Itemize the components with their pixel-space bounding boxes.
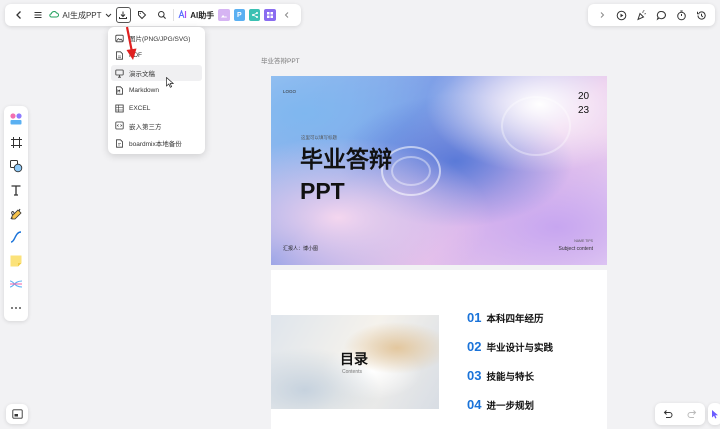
toc-item: 04 进一步规划 [467, 397, 534, 412]
select-tool-button[interactable] [708, 403, 720, 425]
slide-year: 20 23 [578, 90, 594, 118]
pointer-icon [712, 410, 718, 419]
export-markdown-item[interactable]: Markdown [111, 83, 202, 99]
menu-icon[interactable] [30, 7, 45, 23]
markdown-icon [115, 86, 124, 95]
comment-icon[interactable] [653, 7, 669, 23]
collapse-icon[interactable] [280, 7, 295, 23]
template-icon[interactable] [7, 110, 25, 128]
slide-year-top: 20 [578, 91, 590, 102]
toc-number: 03 [467, 368, 482, 383]
ai-assistant-button[interactable]: AI助手 [178, 8, 215, 21]
slide-small-caption: 这里可以填写标题 [301, 135, 337, 140]
top-right-toolbar [588, 4, 715, 26]
contents-title: 目录 [340, 351, 368, 367]
history-icon[interactable] [693, 7, 709, 23]
left-tools-toolbar [4, 106, 28, 321]
slide-name-tag: NAME TIPS [574, 239, 593, 243]
export-backup-item[interactable]: boardmix本地备份 [111, 135, 202, 151]
export-embed-label: 嵌入第三方 [129, 123, 162, 131]
play-icon[interactable] [614, 7, 630, 23]
toc-text: 进一步规划 [486, 400, 534, 412]
timer-icon[interactable] [673, 7, 689, 23]
presentation-icon [115, 69, 124, 78]
connector-icon[interactable] [7, 228, 25, 246]
slide-decor-swirl [501, 96, 571, 156]
export-excel-item[interactable]: EXCEL [111, 100, 202, 116]
shape-icon[interactable] [7, 157, 25, 175]
sticky-note-icon[interactable] [7, 252, 25, 270]
slide-subject: Subject content [558, 246, 593, 252]
toc-item: 01 本科四年经历 [467, 310, 543, 325]
slide-cover[interactable]: LOGO 20 23 这里可以填写标题 毕业答辩 PPT 汇报人：博小图 NAM… [271, 76, 607, 265]
mindmap-icon[interactable] [7, 275, 25, 293]
toc-number: 01 [467, 310, 482, 325]
cloud-icon [49, 10, 60, 20]
export-excel-label: EXCEL [129, 104, 151, 112]
excel-icon [115, 104, 124, 113]
slide-year-bottom: 23 [578, 105, 590, 116]
plugin-p-label: P [236, 11, 242, 19]
slide-title-line2: PPT [300, 178, 345, 204]
tag-icon[interactable] [135, 7, 150, 23]
slide-presenter: 汇报人：博小图 [283, 246, 319, 252]
toc-text: 本科四年经历 [486, 313, 544, 325]
redo-icon[interactable] [685, 406, 701, 422]
export-backup-label: boardmix本地备份 [129, 141, 182, 148]
undo-icon[interactable] [660, 406, 676, 422]
minimap-icon [11, 409, 23, 419]
export-presentation-label: 演示文稿 [129, 71, 155, 78]
text-icon[interactable] [7, 181, 25, 199]
top-left-toolbar: AI生成PPT AI助手 P [5, 4, 301, 26]
red-arrow-annotation [125, 26, 137, 60]
undo-redo-toolbar [655, 403, 705, 425]
slide-title: 毕业答辩 PPT [300, 143, 392, 207]
export-button[interactable] [115, 7, 131, 23]
contents-subtitle: Contents [342, 369, 363, 375]
backup-icon [115, 138, 124, 148]
toc-text: 毕业设计与实践 [486, 342, 553, 354]
ai-assistant-label: AI助手 [190, 10, 215, 20]
plugin-p-icon[interactable]: P [233, 9, 245, 21]
export-image-label: 图片(PNG/JPG/SVG) [129, 36, 191, 43]
toc-item: 03 技能与特长 [467, 368, 534, 383]
toc-text: 技能与特长 [486, 371, 534, 383]
frame-icon[interactable] [7, 134, 25, 152]
embed-icon [115, 121, 124, 130]
export-markdown-label: Markdown [129, 87, 159, 94]
page-label[interactable]: 毕业答辩PPT [261, 55, 300, 65]
slide-decor-swirl [391, 156, 431, 186]
file-title[interactable]: AI生成PPT [49, 10, 111, 21]
plugin-grid-icon[interactable] [264, 9, 276, 21]
back-icon[interactable] [11, 7, 26, 23]
export-embed-item[interactable]: 嵌入第三方 [111, 118, 202, 134]
slide-contents[interactable]: 目录 Contents 01 本科四年经历 02 毕业设计与实践 03 技能与特… [271, 270, 607, 429]
slide-logo-text: LOGO [283, 89, 297, 94]
toc-number: 02 [467, 339, 482, 354]
minimap-button[interactable] [6, 404, 28, 424]
ai-sparkle-icon [178, 8, 188, 21]
file-title-text: AI生成PPT [62, 10, 102, 20]
export-presentation-item[interactable]: 演示文稿 [111, 65, 202, 81]
plugin-share-icon[interactable] [249, 9, 261, 21]
celebrate-icon[interactable] [634, 7, 650, 23]
slide-title-line1: 毕业答辩 [300, 146, 392, 172]
plugin-image-icon[interactable] [218, 9, 230, 21]
chevron-down-icon [105, 11, 112, 20]
search-icon[interactable] [154, 7, 169, 23]
mouse-cursor-icon [166, 77, 174, 88]
toc-number: 04 [467, 397, 482, 412]
pen-icon[interactable] [7, 205, 25, 223]
more-tools-icon[interactable] [7, 299, 25, 317]
toolbar-divider [173, 9, 175, 21]
toc-item: 02 毕业设计与实践 [467, 339, 553, 354]
expand-icon[interactable] [594, 7, 610, 23]
